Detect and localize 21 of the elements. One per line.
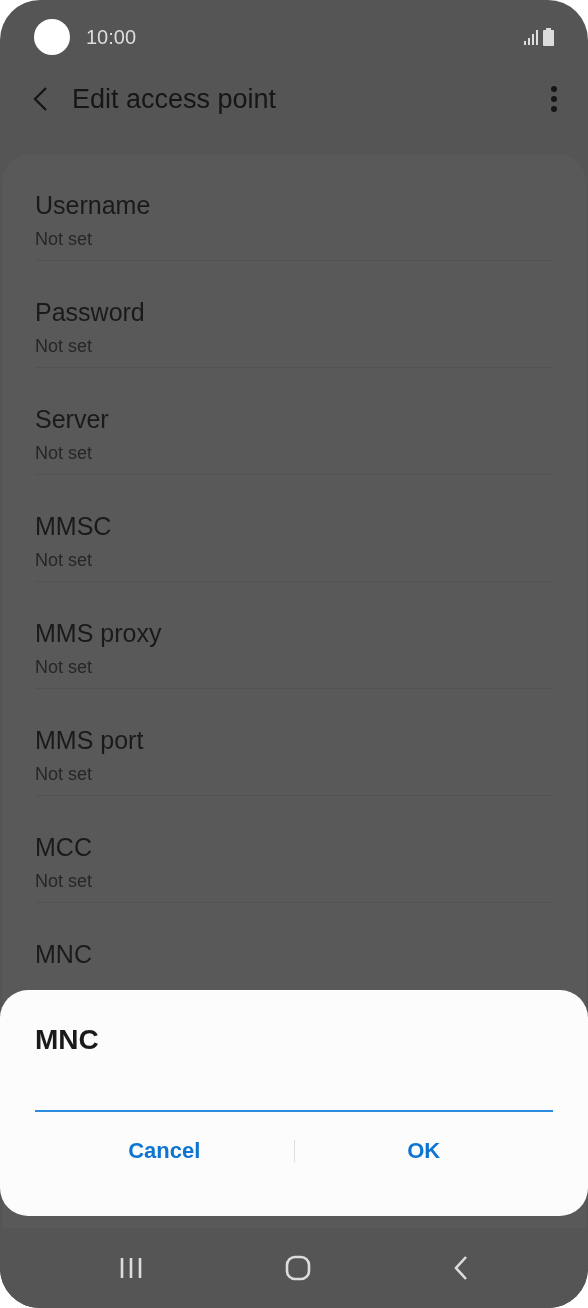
setting-label[interactable]: Username <box>35 192 553 220</box>
setting-label[interactable]: Server <box>35 406 553 434</box>
camera-cutout <box>34 19 70 55</box>
recent-apps-icon[interactable] <box>119 1257 143 1279</box>
back-icon[interactable] <box>32 86 48 112</box>
dialog-button[interactable]: OK <box>294 1120 553 1181</box>
signal-icon <box>523 29 539 45</box>
setting-label[interactable]: MMS proxy <box>35 620 553 648</box>
home-icon[interactable] <box>285 1255 311 1281</box>
back-icon[interactable] <box>453 1255 469 1281</box>
setting-label[interactable]: MMSC <box>35 513 553 541</box>
setting-label[interactable]: MNC <box>35 941 553 969</box>
more-options-icon[interactable] <box>550 86 558 112</box>
setting-label[interactable]: MMS port <box>35 727 553 755</box>
screen-title: Edit access point <box>72 82 277 116</box>
dialog-button[interactable]: Cancel <box>35 1120 294 1181</box>
battery-icon <box>543 28 554 46</box>
setting-label[interactable]: Password <box>35 299 553 327</box>
dialog-title: MNC <box>35 1026 100 1054</box>
status-time: 10:00 <box>86 25 137 50</box>
setting-label[interactable]: MCC <box>35 834 553 862</box>
